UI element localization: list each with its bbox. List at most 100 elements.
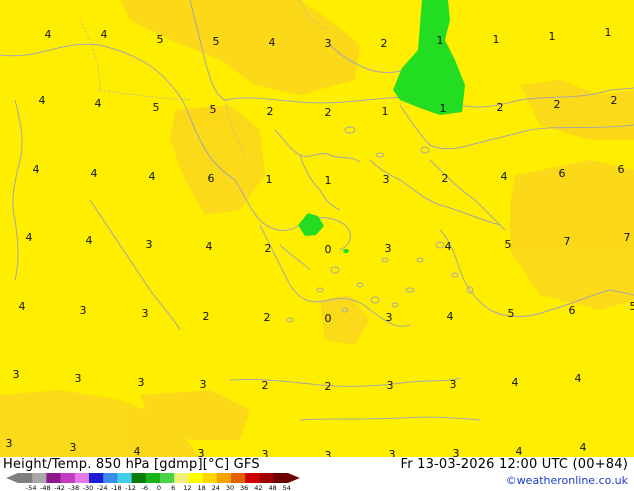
legend-swatch bbox=[160, 473, 175, 483]
temp-label: 4 bbox=[512, 376, 519, 389]
temp-label: 2 bbox=[554, 98, 561, 111]
temp-label: 1 bbox=[382, 105, 389, 118]
legend-swatch bbox=[75, 473, 90, 483]
temp-label: 5 bbox=[213, 35, 220, 48]
temp-label: 3 bbox=[383, 173, 390, 186]
temp-label: 1 bbox=[493, 33, 500, 46]
temp-label: 3 bbox=[6, 437, 13, 450]
legend-swatch bbox=[18, 473, 33, 483]
temp-label: 2 bbox=[264, 311, 271, 324]
footer-bar: Height/Temp. 850 hPa [gdmp][°C] GFS Fr 1… bbox=[0, 457, 634, 490]
temp-label: 3 bbox=[325, 37, 332, 50]
legend-swatch bbox=[188, 473, 203, 483]
temp-label: 3 bbox=[138, 376, 145, 389]
legend-swatch bbox=[274, 473, 289, 483]
temp-label: 7 bbox=[624, 231, 631, 244]
temp-label: 3 bbox=[385, 242, 392, 255]
temp-label: 3 bbox=[198, 447, 205, 457]
temp-label: 3 bbox=[13, 368, 20, 381]
temp-label: 3 bbox=[389, 448, 396, 457]
temp-label: 3 bbox=[450, 378, 457, 391]
temp-label: 4 bbox=[45, 28, 52, 41]
temp-label: 4 bbox=[445, 240, 452, 253]
temp-label: 4 bbox=[447, 310, 454, 323]
legend-arrow-right bbox=[288, 473, 300, 483]
legend-arrow-left bbox=[6, 473, 18, 483]
temp-label: 3 bbox=[75, 372, 82, 385]
temp-label: 0 bbox=[325, 312, 332, 325]
temp-label: 4 bbox=[101, 28, 108, 41]
temp-label: 3 bbox=[70, 441, 77, 454]
temp-label: 5 bbox=[505, 238, 512, 251]
temp-label: 3 bbox=[262, 448, 269, 457]
temp-label: 2 bbox=[262, 379, 269, 392]
map-title: Height/Temp. 850 hPa [gdmp][°C] GFS bbox=[3, 457, 260, 472]
temp-label: 1 bbox=[440, 102, 447, 115]
legend-swatch bbox=[46, 473, 61, 483]
temp-label: 4 bbox=[19, 300, 26, 313]
temp-label: 6 bbox=[559, 167, 566, 180]
legend-swatch bbox=[259, 473, 274, 483]
temp-label: 5 bbox=[508, 307, 515, 320]
legend-swatch bbox=[174, 473, 189, 483]
temp-label: 1 bbox=[549, 30, 556, 43]
temp-label: 6 bbox=[208, 172, 215, 185]
temp-label: 5 bbox=[153, 101, 160, 114]
temp-label: 4 bbox=[206, 240, 213, 253]
temp-label: 5 bbox=[210, 103, 217, 116]
temp-label: 2 bbox=[611, 94, 618, 107]
temp-label: 0 bbox=[325, 243, 332, 256]
legend-swatch bbox=[61, 473, 76, 483]
temp-label: 2 bbox=[267, 105, 274, 118]
legend-swatch bbox=[245, 473, 260, 483]
temp-label: 4 bbox=[580, 441, 587, 454]
temp-label: 4 bbox=[149, 170, 156, 183]
temp-label: 2 bbox=[325, 106, 332, 119]
temp-label: 7 bbox=[564, 235, 571, 248]
temp-label: 4 bbox=[91, 167, 98, 180]
temp-label: 4 bbox=[26, 231, 33, 244]
temp-label: 5 bbox=[157, 33, 164, 46]
temp-label: 6 bbox=[618, 163, 625, 176]
temp-label: 3 bbox=[453, 447, 460, 457]
temp-label: 2 bbox=[497, 101, 504, 114]
temp-label: 3 bbox=[387, 379, 394, 392]
temp-label: 1 bbox=[325, 174, 332, 187]
temp-label: 3 bbox=[146, 238, 153, 251]
temp-label: 2 bbox=[442, 172, 449, 185]
temp-label: 2 bbox=[381, 37, 388, 50]
legend-swatch bbox=[231, 473, 246, 483]
temp-label: 4 bbox=[501, 170, 508, 183]
color-legend: -54-48-42-38-30-24-18-12-606121824303642… bbox=[0, 471, 300, 491]
temp-label: 2 bbox=[203, 310, 210, 323]
temp-label: 4 bbox=[134, 445, 141, 457]
legend-swatch bbox=[146, 473, 161, 483]
temp-label: 1 bbox=[605, 26, 612, 39]
temp-label: 5 bbox=[630, 300, 634, 313]
temp-label: 1 bbox=[266, 173, 273, 186]
legend-swatch bbox=[103, 473, 118, 483]
legend-swatch bbox=[203, 473, 218, 483]
run-datetime: Fr 13-03-2026 12:00 UTC (00+84) bbox=[400, 457, 628, 472]
temp-label: 3 bbox=[325, 449, 332, 457]
temp-label: 4 bbox=[33, 163, 40, 176]
temp-label: 4 bbox=[269, 36, 276, 49]
weather-map: 4 4 5 5 4 3 2 1 1 1 1 4 4 5 5 2 2 1 1 2 2 2 4 4 4 6 1 1 3 2 4 6 6 4 4 3 4 2 0 3… bbox=[0, 0, 634, 457]
temp-label: 4 bbox=[95, 97, 102, 110]
site-credit: ©weatheronline.co.uk bbox=[506, 474, 628, 487]
legend-swatch bbox=[89, 473, 104, 483]
temp-label: 4 bbox=[86, 234, 93, 247]
legend-swatch bbox=[217, 473, 232, 483]
temp-label: 2 bbox=[325, 380, 332, 393]
temp-label: 3 bbox=[142, 307, 149, 320]
temp-label: 3 bbox=[200, 378, 207, 391]
temp-label: 4 bbox=[516, 445, 523, 457]
legend-swatch bbox=[117, 473, 132, 483]
temp-label: 3 bbox=[386, 311, 393, 324]
temp-label: 1 bbox=[437, 34, 444, 47]
temp-label: 4 bbox=[39, 94, 46, 107]
temp-label: 3 bbox=[80, 304, 87, 317]
temp-label: 4 bbox=[575, 372, 582, 385]
temp-label: 2 bbox=[265, 242, 272, 255]
legend-swatch bbox=[32, 473, 47, 483]
